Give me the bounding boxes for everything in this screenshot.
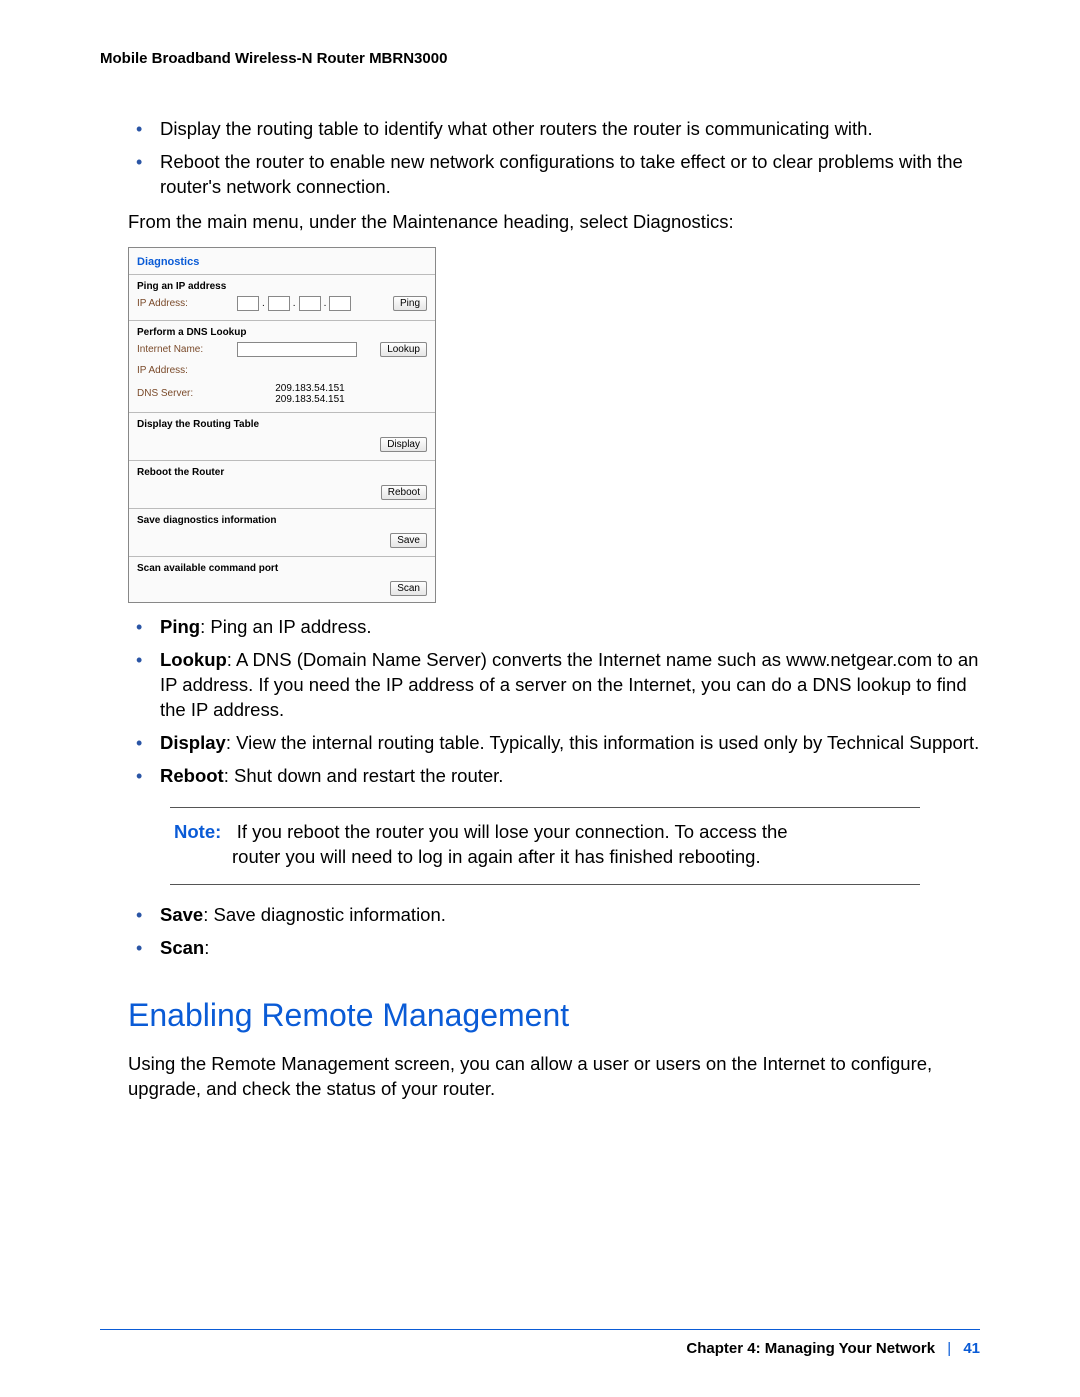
save-button-row: Save bbox=[129, 531, 435, 554]
ip-octet-input[interactable] bbox=[329, 296, 351, 311]
text-display: : View the internal routing table. Typic… bbox=[226, 732, 979, 753]
separator bbox=[129, 274, 435, 275]
ip-address-row: IP Address: . . . Ping bbox=[137, 295, 427, 313]
list-item: Reboot: Shut down and restart the router… bbox=[100, 764, 980, 789]
section-title: Scan available command port bbox=[137, 563, 427, 574]
text-lookup: : A DNS (Domain Name Server) converts th… bbox=[160, 649, 978, 720]
scan-button[interactable]: Scan bbox=[390, 581, 427, 596]
lookup-button[interactable]: Lookup bbox=[380, 342, 427, 357]
reboot-button[interactable]: Reboot bbox=[381, 485, 427, 500]
ip-address-label: IP Address: bbox=[137, 298, 237, 309]
note-label: Note: bbox=[174, 821, 221, 842]
section-title: Reboot the Router bbox=[137, 467, 427, 478]
term-scan: Scan bbox=[160, 937, 204, 958]
panel-title: Diagnostics bbox=[129, 248, 435, 272]
text-ping: : Ping an IP address. bbox=[200, 616, 371, 637]
reboot-button-row: Reboot bbox=[129, 483, 435, 506]
list-item: Save: Save diagnostic information. bbox=[100, 903, 980, 928]
dot: . bbox=[323, 298, 328, 309]
internet-name-input[interactable] bbox=[237, 342, 357, 357]
page-number: 41 bbox=[963, 1340, 980, 1357]
term-ping: Ping bbox=[160, 616, 200, 637]
list-item: Scan: bbox=[100, 936, 980, 961]
section-heading: Enabling Remote Management bbox=[128, 997, 980, 1034]
note-line2: router you will need to log in again aft… bbox=[174, 845, 916, 870]
diagnostics-panel: Diagnostics Ping an IP address IP Addres… bbox=[128, 247, 436, 603]
scan-button-row: Scan bbox=[129, 579, 435, 602]
list-item: Ping: Ping an IP address. bbox=[100, 615, 980, 640]
footer-pipe: | bbox=[939, 1340, 959, 1357]
save-button[interactable]: Save bbox=[390, 533, 427, 548]
internet-name-label: Internet Name: bbox=[137, 344, 237, 355]
separator bbox=[129, 460, 435, 461]
term-reboot: Reboot bbox=[160, 765, 224, 786]
text-reboot: : Shut down and restart the router. bbox=[224, 765, 504, 786]
definition-list-2: Save: Save diagnostic information. Scan: bbox=[100, 903, 980, 961]
separator bbox=[129, 320, 435, 321]
top-bullet-list: Display the routing table to identify wh… bbox=[100, 117, 980, 200]
ping-section: Ping an IP address IP Address: . . . Pin… bbox=[129, 277, 435, 318]
note-box: Note: If you reboot the router you will … bbox=[170, 807, 920, 885]
dns-section: Perform a DNS Lookup Internet Name: Look… bbox=[129, 323, 435, 410]
term-lookup: Lookup bbox=[160, 649, 227, 670]
display-button-row: Display bbox=[129, 435, 435, 458]
separator bbox=[129, 508, 435, 509]
scan-section: Scan available command port bbox=[129, 559, 435, 579]
ip-octet-input[interactable] bbox=[268, 296, 290, 311]
text-scan: : bbox=[204, 937, 209, 958]
routing-section: Display the Routing Table bbox=[129, 415, 435, 435]
list-item: Display: View the internal routing table… bbox=[100, 731, 980, 756]
diagnostics-panel-wrap: Diagnostics Ping an IP address IP Addres… bbox=[128, 247, 980, 603]
list-item: Display the routing table to identify wh… bbox=[100, 117, 980, 142]
dot: . bbox=[292, 298, 297, 309]
internet-name-value bbox=[237, 342, 380, 357]
section-title: Ping an IP address bbox=[137, 281, 427, 292]
display-button[interactable]: Display bbox=[380, 437, 427, 452]
section-title: Perform a DNS Lookup bbox=[137, 327, 427, 338]
dns-server-label: DNS Server: bbox=[137, 388, 237, 399]
term-display: Display bbox=[160, 732, 226, 753]
dns-server-2: 209.183.54.151 bbox=[275, 394, 345, 405]
dns-ip-row: IP Address: bbox=[137, 362, 427, 380]
separator bbox=[129, 412, 435, 413]
page-footer: Chapter 4: Managing Your Network | 41 bbox=[100, 1329, 980, 1357]
section-title: Save diagnostics information bbox=[137, 515, 427, 526]
list-item: Reboot the router to enable new network … bbox=[100, 150, 980, 200]
ip-octet-input[interactable] bbox=[299, 296, 321, 311]
dns-server-row: DNS Server: 209.183.54.151 209.183.54.15… bbox=[137, 383, 427, 405]
definition-list-1: Ping: Ping an IP address. Lookup: A DNS … bbox=[100, 615, 980, 789]
list-item: Lookup: A DNS (Domain Name Server) conve… bbox=[100, 648, 980, 723]
ip-octet-input[interactable] bbox=[237, 296, 259, 311]
dns-ip-label: IP Address: bbox=[137, 365, 237, 376]
section-paragraph: Using the Remote Management screen, you … bbox=[128, 1052, 980, 1102]
section-title: Display the Routing Table bbox=[137, 419, 427, 430]
internet-name-row: Internet Name: Lookup bbox=[137, 341, 427, 359]
separator bbox=[129, 556, 435, 557]
intro-paragraph: From the main menu, under the Maintenanc… bbox=[128, 210, 980, 235]
dot: . bbox=[261, 298, 266, 309]
term-save: Save bbox=[160, 904, 203, 925]
page-header: Mobile Broadband Wireless-N Router MBRN3… bbox=[100, 50, 980, 67]
chapter-label: Chapter 4: Managing Your Network bbox=[686, 1340, 935, 1357]
note-line1: If you reboot the router you will lose y… bbox=[226, 821, 787, 842]
page: Mobile Broadband Wireless-N Router MBRN3… bbox=[0, 0, 1080, 1397]
text-save: : Save diagnostic information. bbox=[203, 904, 446, 925]
reboot-section: Reboot the Router bbox=[129, 463, 435, 483]
dns-server-1: 209.183.54.151 bbox=[275, 383, 345, 394]
ping-button[interactable]: Ping bbox=[393, 296, 427, 311]
ip-address-inputs: . . . bbox=[237, 296, 393, 311]
save-section: Save diagnostics information bbox=[129, 511, 435, 531]
dns-server-value: 209.183.54.151 209.183.54.151 bbox=[237, 383, 383, 405]
